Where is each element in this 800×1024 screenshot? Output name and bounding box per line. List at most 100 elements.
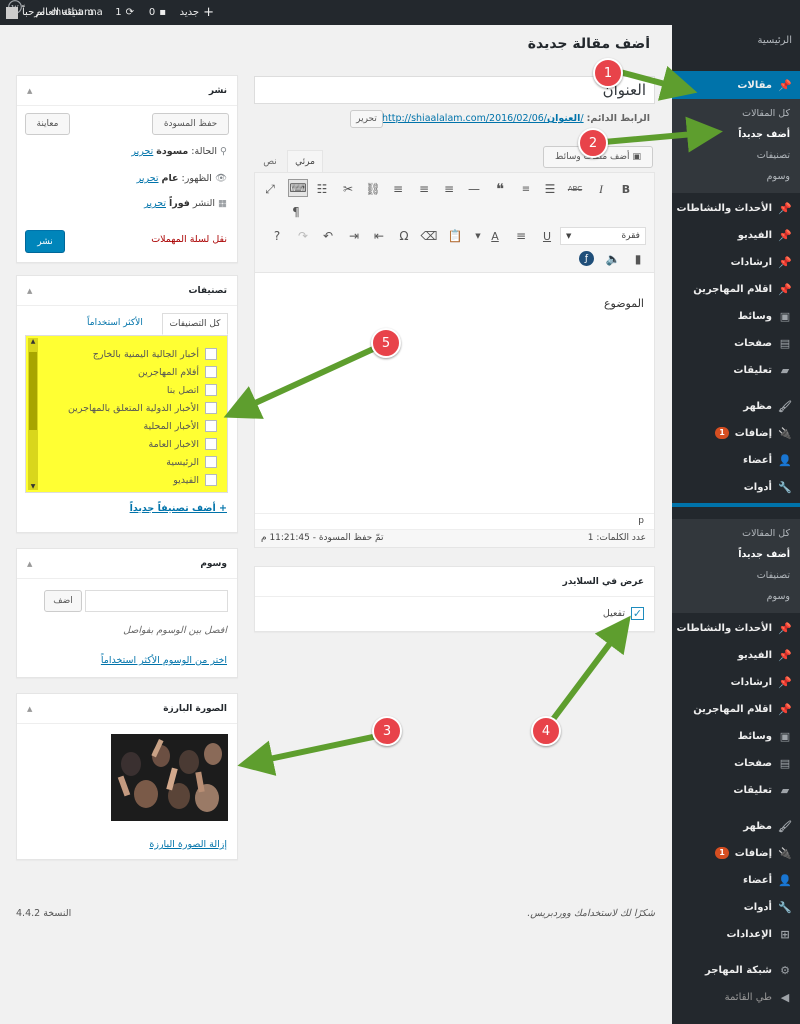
sidebar-item-plugins[interactable]: 🔌 إضافات 1 <box>672 420 800 446</box>
sidebar-item-video[interactable]: 📌 الفيديو <box>672 222 800 248</box>
sidebar-item-users[interactable]: 👤 أعضاء <box>672 447 800 473</box>
sidebar-item-events[interactable]: 📌 الأحداث والنشاطات <box>672 615 800 641</box>
collapse-arrow-icon[interactable]: ▲ <box>27 560 32 568</box>
audio-icon[interactable]: 🔈 <box>605 251 621 267</box>
preview-button[interactable]: معاينة <box>25 113 70 135</box>
bullet-list-icon[interactable]: ☰ <box>542 181 558 197</box>
clear-format-icon[interactable]: ⌫ <box>421 228 438 244</box>
category-item[interactable]: الأخبار الدولية المتعلق بالمهاجرين <box>68 402 217 414</box>
sidebar-item-media[interactable]: ▣ وسائط <box>672 723 800 749</box>
underline-icon[interactable]: U <box>539 228 555 244</box>
submenu-all-posts[interactable]: كل المقالات <box>672 103 800 124</box>
remove-featured-image-link[interactable]: إزالة الصورة البارزة <box>149 839 227 850</box>
link-icon[interactable]: ⛓ <box>365 181 381 197</box>
rtl-paragraph-icon[interactable]: ¶ <box>288 204 304 220</box>
sidebar-item-network[interactable]: ⚙ شبكة المهاجر <box>672 957 800 983</box>
collapse-arrow-icon[interactable]: ▲ <box>27 287 32 295</box>
scrollbar[interactable]: ▲ ▼ <box>28 338 38 490</box>
unlink-icon[interactable]: ✂ <box>340 181 356 197</box>
fullscreen-icon[interactable]: ⤢ <box>262 181 278 197</box>
indent-icon[interactable]: ⇥ <box>346 228 362 244</box>
sidebar-item-comments[interactable]: ▰ تعليقات <box>672 777 800 803</box>
align-center-icon[interactable]: ≡ <box>416 181 432 197</box>
tab-all-categories[interactable]: كل التصنيفات <box>162 313 228 335</box>
category-item[interactable]: أفلام المهاجرين <box>138 366 217 378</box>
category-item[interactable]: أخبار الجالية اليمنية بالخارج <box>93 348 217 360</box>
sidebar-item-pages[interactable]: ▤ صفحات <box>672 330 800 356</box>
sidebar-item-dashboard[interactable]: الرئيسية <box>672 33 800 47</box>
align-left-icon[interactable]: ≡ <box>441 181 457 197</box>
sidebar-item-tools[interactable]: 🔧 أدوات <box>672 474 800 500</box>
category-item[interactable]: الأخبار المحلية <box>143 420 217 432</box>
text-color-icon[interactable]: A <box>487 228 503 244</box>
edit-visibility-link[interactable]: تحرير <box>137 173 159 184</box>
submenu-tags[interactable]: وسوم <box>672 166 800 187</box>
sidebar-item-video[interactable]: 📌 الفيديو <box>672 642 800 668</box>
sidebar-item-plugins[interactable]: 🔌 إضافات 1 <box>672 840 800 866</box>
submenu-add-new[interactable]: أضف جديداً <box>672 544 800 565</box>
redo-icon[interactable]: ↷ <box>295 228 311 244</box>
publish-button[interactable]: نشر <box>25 230 65 253</box>
horizontal-line-icon[interactable]: — <box>466 181 482 197</box>
submenu-categories[interactable]: تصنيفات <box>672 565 800 586</box>
popular-tags-link[interactable]: اختر من الوسوم الأكثر استخداماً <box>101 655 227 666</box>
bold-icon[interactable]: B <box>618 181 634 197</box>
blockquote-icon[interactable]: ❝ <box>492 180 508 198</box>
edit-status-link[interactable]: تحرير <box>131 146 153 157</box>
align-right-icon[interactable]: ≡ <box>390 181 406 197</box>
permalink-link[interactable]: http://shiaalalam.com/2016/02/06/ <box>382 113 547 124</box>
sidebar-item-writers[interactable]: 📌 اقلام المهاجرين <box>672 696 800 722</box>
read-more-icon[interactable]: ☷ <box>314 181 330 197</box>
tab-visual[interactable]: مرئي <box>287 150 323 172</box>
sidebar-item-settings[interactable]: ⊞ الإعدادات <box>672 921 800 947</box>
undo-icon[interactable]: ↶ <box>320 228 336 244</box>
category-item[interactable]: اتصل بنا <box>167 384 217 396</box>
sidebar-item-posts[interactable]: 📌 مقالات <box>672 71 800 99</box>
editor-content[interactable]: الموضوع <box>604 297 644 310</box>
special-char-icon[interactable]: Ω <box>396 228 412 244</box>
submenu-all-posts[interactable]: كل المقالات <box>672 523 800 544</box>
move-to-trash-link[interactable]: نقل لسلة المهملات <box>151 234 227 245</box>
updates-link[interactable]: ⟳ 1 <box>115 0 134 25</box>
submenu-tags[interactable]: وسوم <box>672 586 800 607</box>
paste-text-icon[interactable]: 📋 <box>447 228 463 244</box>
tab-text[interactable]: نص <box>255 152 285 172</box>
sidebar-item-guides[interactable]: 📌 ارشادات <box>672 249 800 275</box>
add-tag-button[interactable]: اضف <box>44 590 82 612</box>
new-content-link[interactable]: + جديد <box>180 0 214 25</box>
comments-link[interactable]: ▪ 0 <box>149 0 166 25</box>
sidebar-item-guides[interactable]: 📌 ارشادات <box>672 669 800 695</box>
sidebar-item-media[interactable]: ▣ وسائط <box>672 303 800 329</box>
sidebar-item-appearance[interactable]: 🖌 مظهر <box>672 393 800 419</box>
sidebar-item-tools[interactable]: 🔧 أدوات <box>672 894 800 920</box>
collapse-arrow-icon[interactable]: ▲ <box>27 87 32 95</box>
slider-checkbox[interactable]: ✓ <box>631 607 644 620</box>
permalink-slug[interactable]: العنوان <box>547 113 580 124</box>
my-account-link[interactable]: مرحباً، muthanna <box>6 0 103 25</box>
video-icon[interactable]: ▮ <box>630 251 646 267</box>
category-item[interactable]: الفيديو <box>173 474 217 486</box>
text-color-dropdown-icon[interactable]: ▼ <box>470 228 486 244</box>
sidebar-item-appearance[interactable]: 🖌 مظهر <box>672 813 800 839</box>
submenu-categories[interactable]: تصنيفات <box>672 145 800 166</box>
justify-icon[interactable]: ≡ <box>513 228 529 244</box>
tab-popular-categories[interactable]: الأكثر استخداماً <box>87 318 143 328</box>
toolbar-toggle-icon[interactable]: ⌨ <box>288 179 308 197</box>
save-draft-button[interactable]: حفظ المسودة <box>152 113 229 135</box>
edit-schedule-link[interactable]: تحرير <box>144 198 166 209</box>
sidebar-item-events[interactable]: 📌 الأحداث والنشاطات <box>672 195 800 221</box>
numbered-list-icon[interactable]: ≡ <box>518 181 534 197</box>
collapse-menu-button[interactable]: ◀ طي القائمة <box>672 984 800 1010</box>
sidebar-item-users[interactable]: 👤 أعضاء <box>672 867 800 893</box>
outdent-icon[interactable]: ⇤ <box>371 228 387 244</box>
sidebar-item-writers[interactable]: 📌 اقلام المهاجرين <box>672 276 800 302</box>
tag-input[interactable] <box>85 590 228 612</box>
category-item[interactable]: الاخبار العامة <box>149 438 217 450</box>
sidebar-item-comments[interactable]: ▰ تعليقات <box>672 357 800 383</box>
strikethrough-icon[interactable]: ABC <box>567 181 583 197</box>
flash-icon[interactable]: ƒ <box>579 251 594 266</box>
featured-image[interactable] <box>111 734 228 821</box>
sidebar-item-pages[interactable]: ▤ صفحات <box>672 750 800 776</box>
format-select[interactable]: فقرة ▼ <box>560 227 646 245</box>
category-item[interactable]: الرئيسية <box>166 456 217 468</box>
